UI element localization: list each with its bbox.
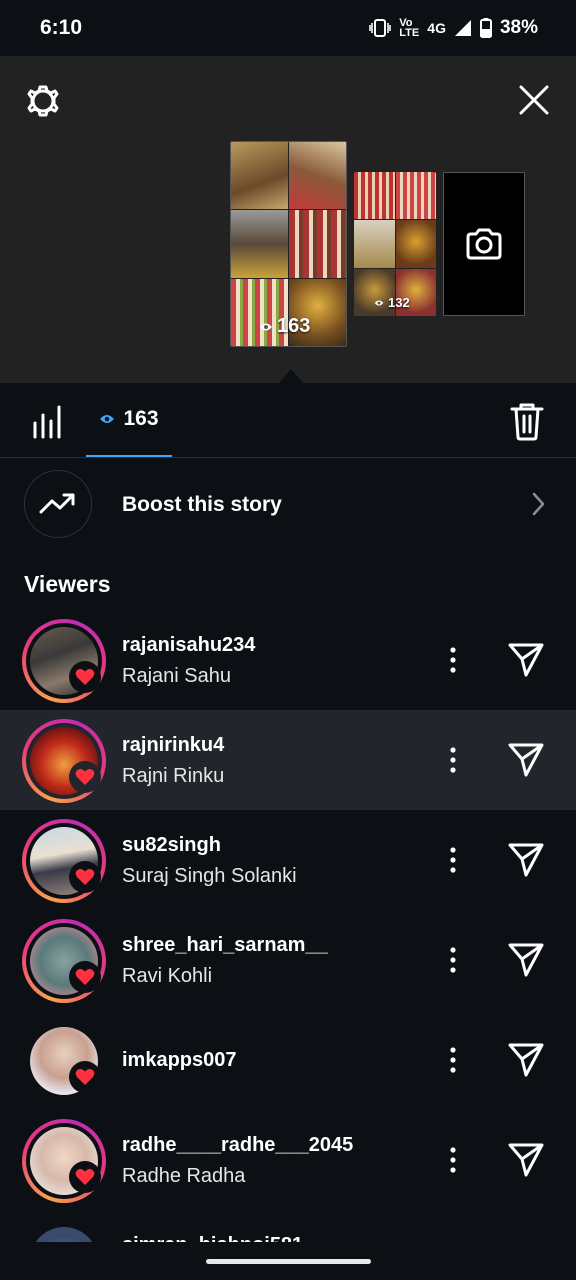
more-options-button[interactable] xyxy=(440,843,466,877)
send-icon xyxy=(508,1143,544,1177)
more-vertical-icon xyxy=(450,747,456,773)
gear-icon xyxy=(27,85,59,117)
viewer-row[interactable]: radhe____radhe___2045 Radhe Radha xyxy=(0,1110,576,1210)
liked-badge xyxy=(69,1061,101,1093)
story-tabs: 163 xyxy=(0,383,576,458)
delete-button[interactable] xyxy=(508,401,546,441)
heart-icon xyxy=(75,769,95,785)
chevron-right-icon xyxy=(532,492,545,516)
battery-icon xyxy=(479,18,492,38)
viewer-list: rajanisahu234 Rajani Sahu rajnirinku4 Ra… xyxy=(0,610,576,1242)
more-vertical-icon xyxy=(450,1147,456,1173)
boost-label: Boost this story xyxy=(122,493,282,516)
more-options-button[interactable] xyxy=(440,643,466,677)
tab-insights[interactable] xyxy=(30,403,66,439)
viewer-username: radhe____radhe___2045 xyxy=(122,1134,354,1156)
story-view-count-value: 163 xyxy=(277,315,311,337)
story-thumbnail-current[interactable]: 163 xyxy=(230,141,347,347)
story-view-count-previous: 132 xyxy=(374,295,410,310)
heart-icon xyxy=(75,969,95,985)
viewer-fullname: Radhe Radha xyxy=(122,1165,246,1187)
bar-chart-icon xyxy=(33,405,61,439)
status-bar: 6:10 Vo LTE 4G 38% xyxy=(0,0,576,56)
battery-percent: 38% xyxy=(499,17,538,38)
liked-badge xyxy=(69,961,101,993)
more-options-button[interactable] xyxy=(440,1143,466,1177)
story-preview-area: 163 132 xyxy=(0,56,576,383)
liked-badge xyxy=(69,1161,101,1193)
status-time: 6:10 xyxy=(40,16,83,39)
camera-icon xyxy=(466,228,502,260)
send-icon xyxy=(508,743,544,777)
tab-viewers[interactable]: 163 xyxy=(86,383,172,457)
close-icon xyxy=(519,85,549,115)
viewer-fullname: Suraj Singh Solanki xyxy=(122,865,297,887)
viewer-username: shree_hari_sarnam__ xyxy=(122,934,328,956)
more-vertical-icon xyxy=(450,647,456,673)
send-icon xyxy=(508,943,544,977)
send-message-button[interactable] xyxy=(506,941,546,979)
trash-icon xyxy=(510,403,544,441)
send-icon xyxy=(508,1043,544,1077)
send-message-button[interactable] xyxy=(506,741,546,779)
viewer-fullname: Ravi Kohli xyxy=(122,965,213,987)
signal-icon xyxy=(454,20,471,36)
more-vertical-icon xyxy=(450,947,456,973)
send-message-button[interactable] xyxy=(506,1041,546,1079)
boost-story-row[interactable]: Boost this story xyxy=(0,458,576,554)
send-icon xyxy=(508,843,544,877)
viewer-row[interactable]: simran_bishnoi581 xyxy=(0,1210,576,1242)
boost-icon-circle xyxy=(24,470,92,538)
viewer-row[interactable]: su82singh Suraj Singh Solanki xyxy=(0,810,576,910)
story-thumbnail-previous[interactable]: 132 xyxy=(354,172,436,316)
viewer-fullname: Rajani Sahu xyxy=(122,665,231,687)
more-vertical-icon xyxy=(450,847,456,873)
viewer-username: imkapps007 xyxy=(122,1049,237,1071)
liked-badge xyxy=(69,861,101,893)
network-type: 4G xyxy=(427,20,446,36)
selected-story-caret xyxy=(279,369,303,383)
more-vertical-icon xyxy=(450,1047,456,1073)
viewer-fullname: Rajni Rinku xyxy=(122,765,225,787)
heart-icon xyxy=(75,1069,95,1085)
avatar[interactable] xyxy=(22,1219,106,1242)
story-view-count: 163 xyxy=(259,315,310,338)
heart-icon xyxy=(75,669,95,685)
home-indicator[interactable] xyxy=(206,1259,371,1264)
viewer-username: simran_bishnoi581 xyxy=(122,1234,303,1242)
eye-icon xyxy=(374,300,384,305)
send-icon xyxy=(508,643,544,677)
viewer-row[interactable]: shree_hari_sarnam__ Ravi Kohli xyxy=(0,910,576,1010)
heart-icon xyxy=(75,869,95,885)
send-message-button[interactable] xyxy=(506,1141,546,1179)
viewer-username: rajanisahu234 xyxy=(122,634,256,656)
more-options-button[interactable] xyxy=(440,1043,466,1077)
status-icons: Vo LTE 4G 38% xyxy=(369,17,538,39)
close-button[interactable] xyxy=(514,80,554,120)
viewer-username: su82singh xyxy=(122,834,221,856)
add-story-button[interactable] xyxy=(443,172,525,316)
more-options-button[interactable] xyxy=(440,943,466,977)
viewers-count: 163 xyxy=(123,407,159,430)
viewer-row[interactable]: rajanisahu234 Rajani Sahu xyxy=(0,610,576,710)
trending-up-icon xyxy=(39,493,75,514)
more-options-button[interactable] xyxy=(440,743,466,777)
settings-button[interactable] xyxy=(22,80,64,122)
heart-icon xyxy=(75,1169,95,1185)
viewer-row[interactable]: rajnirinku4 Rajni Rinku xyxy=(0,710,576,810)
story-view-count-previous-value: 132 xyxy=(388,295,410,310)
vibrate-icon xyxy=(369,19,392,37)
liked-badge xyxy=(69,761,101,793)
liked-badge xyxy=(69,661,101,693)
volte-label: Vo LTE xyxy=(399,17,420,39)
eye-icon xyxy=(100,415,115,423)
send-message-button[interactable] xyxy=(506,841,546,879)
send-message-button[interactable] xyxy=(506,641,546,679)
eye-icon xyxy=(260,323,272,330)
viewer-username: rajnirinku4 xyxy=(122,734,225,756)
viewers-heading: Viewers xyxy=(24,571,111,597)
viewer-row[interactable]: imkapps007 xyxy=(0,1010,576,1110)
